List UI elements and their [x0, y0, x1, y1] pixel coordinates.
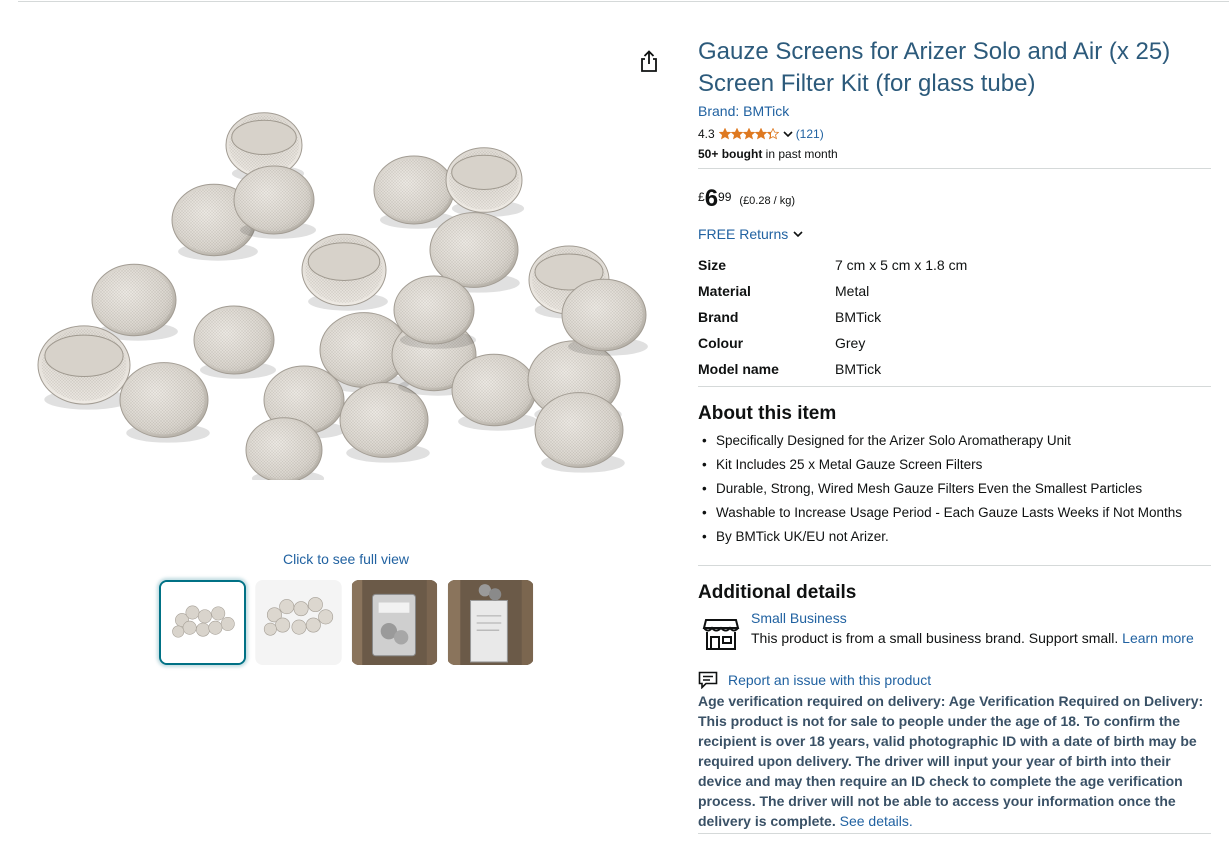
- see-details-link[interactable]: See details.: [840, 813, 913, 829]
- small-business-text-block: Small Business This product is from a sm…: [751, 610, 1194, 654]
- gauze-screens-thumbnail: [161, 582, 244, 663]
- learn-more-link[interactable]: Learn more: [1122, 630, 1194, 646]
- bought-suffix: in past month: [762, 147, 838, 161]
- star-icon: [730, 128, 743, 140]
- about-bullet: By BMTick UK/EU not Arizer.: [698, 525, 1211, 549]
- gauze-mesh: [433, 215, 515, 285]
- divider: [698, 386, 1211, 387]
- spec-key: Material: [698, 283, 751, 299]
- dome-rim: [307, 242, 381, 282]
- product-specs: Size 7 cm x 5 cm x 1.8 cm Material Metal B…: [698, 252, 1211, 382]
- thumbnail-2[interactable]: [255, 580, 342, 665]
- chevron-down-icon: [793, 231, 803, 238]
- share-icon[interactable]: [638, 50, 660, 74]
- gauze-mesh: [565, 282, 643, 348]
- price-whole: 6: [704, 185, 719, 212]
- gauze-mesh: [95, 267, 173, 333]
- chevron-down-icon[interactable]: [782, 128, 794, 140]
- spec-row: Brand BMTick: [698, 304, 1211, 330]
- brand-link[interactable]: Brand: BMTick: [698, 101, 1211, 121]
- star-rating[interactable]: [718, 128, 779, 140]
- spec-row: Size 7 cm x 5 cm x 1.8 cm: [698, 252, 1211, 278]
- divider: [698, 168, 1211, 169]
- store-icon: [702, 619, 740, 650]
- bought-count: 50+ bought: [698, 147, 763, 161]
- bought-in-past-month: 50+ bought in past month: [698, 147, 1211, 161]
- spec-value: Metal: [835, 283, 870, 299]
- thumbnail-1[interactable]: [159, 580, 246, 665]
- gauze-screens-illustration: [37, 112, 648, 487]
- about-bullet: Durable, Strong, Wired Mesh Gauze Filter…: [698, 477, 1211, 501]
- spec-value: Grey: [835, 335, 866, 351]
- thumbnail-3[interactable]: [351, 580, 438, 665]
- price-currency: £: [698, 190, 705, 204]
- spec-value: BMTick: [835, 309, 882, 325]
- gauze-mesh: [538, 395, 620, 465]
- small-business-badge: Small Business This product is from a sm…: [698, 610, 1211, 654]
- spec-key: Brand: [698, 309, 739, 325]
- gauze-mesh: [237, 168, 311, 232]
- report-issue-link[interactable]: Report an issue with this product: [698, 671, 1211, 689]
- star-icon: [766, 128, 779, 140]
- main-product-image[interactable]: [14, 100, 676, 487]
- divider: [698, 565, 1211, 566]
- full-view-link[interactable]: Click to see full view: [0, 551, 692, 567]
- free-returns-link[interactable]: FREE Returns: [698, 226, 1211, 242]
- thumbnail-4[interactable]: [447, 580, 534, 665]
- gauze-mesh: [197, 308, 271, 372]
- product-title: Gauze Screens for Arizer Solo and Air (x…: [698, 38, 1171, 97]
- rating-value: 4.3: [698, 127, 715, 141]
- rating-row: 4.3 (121): [698, 125, 1211, 143]
- gauze-mesh: [397, 278, 471, 342]
- additional-details-heading: Additional details: [698, 582, 857, 603]
- small-business-title[interactable]: Small Business: [751, 610, 1194, 626]
- price: £ 6 99 (£0.28 / kg): [698, 185, 1211, 215]
- spec-row: Model name BMTick: [698, 356, 1211, 382]
- price-fraction: 99: [718, 190, 732, 204]
- about-bullet: Specifically Designed for the Arizer Sol…: [698, 429, 1211, 453]
- packaged-bag-thumbnail: [352, 580, 437, 665]
- spec-key: Model name: [698, 361, 779, 377]
- spec-value: BMTick: [835, 361, 882, 377]
- about-bullet: Washable to Increase Usage Period - Each…: [698, 501, 1211, 525]
- age-verification-text: Age verification required on delivery: A…: [698, 693, 1204, 829]
- spec-row: Colour Grey: [698, 330, 1211, 356]
- gauze-mesh: [249, 420, 319, 480]
- unit-price: (£0.28 / kg): [739, 195, 796, 207]
- spec-row: Material Metal: [698, 278, 1211, 304]
- star-icon: [718, 128, 731, 140]
- spec-key: Size: [698, 257, 727, 273]
- gauze-mesh: [123, 365, 205, 435]
- bag-in-hand-thumbnail: [448, 580, 533, 665]
- dome-rim: [451, 154, 517, 191]
- report-icon: [698, 671, 718, 689]
- gauze-mesh: [377, 158, 451, 222]
- report-issue-label: Report an issue with this product: [728, 672, 932, 688]
- star-icon: [754, 128, 767, 140]
- star-icon: [742, 128, 755, 140]
- media-column: Click to see full view: [0, 0, 690, 847]
- spec-value: 7 cm x 5 cm x 1.8 cm: [835, 257, 968, 273]
- gauze-mesh: [455, 357, 533, 423]
- gauze-mesh: [343, 385, 425, 455]
- dome-rim: [44, 334, 124, 378]
- small-business-description: This product is from a small business br…: [751, 630, 1123, 646]
- small-business-text: This product is from a small business br…: [751, 630, 1194, 646]
- about-heading: About this item: [698, 403, 837, 424]
- product-details: Gauze Screens for Arizer Solo and Air (x…: [698, 36, 1211, 834]
- free-returns-label: FREE Returns: [698, 226, 789, 242]
- age-verification-notice: Age verification required on delivery: A…: [698, 691, 1211, 831]
- gauze-screens-thumbnail-alt: [256, 580, 341, 665]
- thumbnail-strip: [159, 580, 534, 665]
- about-bullet: Kit Includes 25 x Metal Gauze Screen Fil…: [698, 453, 1211, 477]
- dome-rim: [231, 119, 297, 156]
- spec-key: Colour: [698, 335, 744, 351]
- divider: [698, 833, 1211, 834]
- about-bullets: Specifically Designed for the Arizer Sol…: [698, 429, 1211, 549]
- review-count-link[interactable]: (121): [796, 127, 824, 141]
